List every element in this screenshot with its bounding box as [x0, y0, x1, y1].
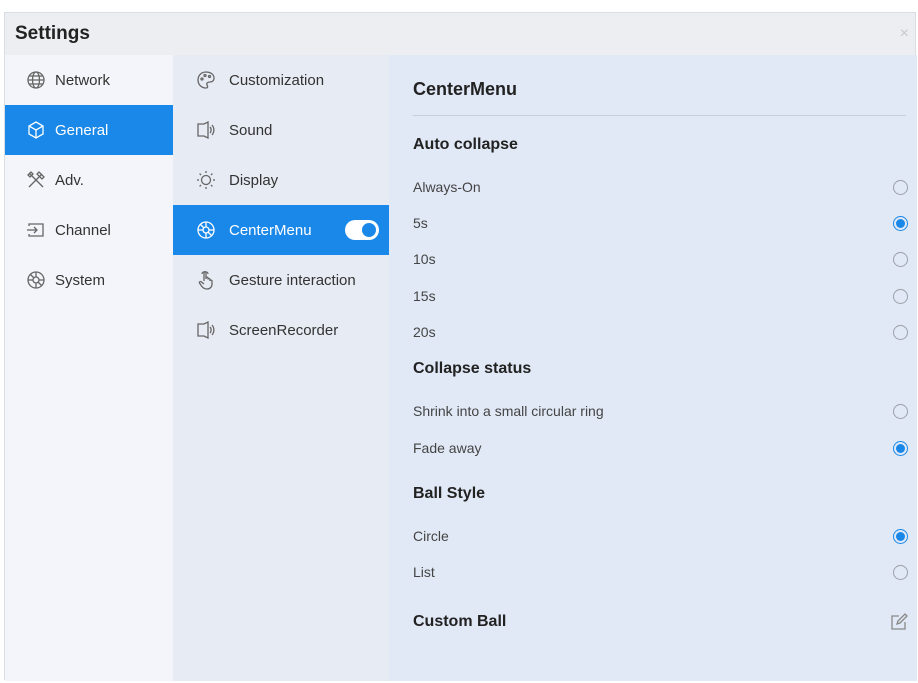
option-label: 20s: [413, 324, 436, 340]
section-ball-style: Ball Style: [413, 485, 486, 502]
radio-button[interactable]: [893, 251, 908, 267]
category-sidebar: Network General Adv. Channel System: [5, 55, 173, 681]
speaker-icon: [195, 119, 217, 141]
custom-ball-row[interactable]: Custom Ball: [413, 607, 908, 637]
submenu-item-customization[interactable]: Customization: [173, 55, 389, 105]
submenu-item-gesture[interactable]: Gesture interaction: [173, 255, 389, 305]
aperture-icon: [25, 269, 47, 291]
option-10s[interactable]: 10s: [413, 244, 908, 274]
radio-button[interactable]: [893, 288, 908, 304]
centermenu-panel: CenterMenu Auto collapse Always-On 5s 10…: [389, 55, 917, 681]
option-label: 10s: [413, 251, 436, 267]
globe-icon: [25, 69, 47, 91]
sidebar-item-label: Channel: [55, 221, 111, 239]
sidebar-item-label: Network: [55, 71, 111, 89]
section-auto-collapse: Auto collapse: [413, 136, 518, 153]
option-20s[interactable]: 20s: [413, 317, 908, 347]
title-divider: [413, 115, 906, 116]
sidebar-item-system[interactable]: System: [5, 255, 173, 305]
title-bar: Settings ×: [5, 13, 915, 55]
submenu-item-label: Display: [229, 171, 279, 189]
sidebar-item-label: General: [55, 121, 109, 139]
sidebar-item-label: System: [55, 271, 106, 289]
close-icon[interactable]: ×: [900, 25, 909, 43]
cube-icon: [25, 119, 47, 141]
input-icon: [25, 219, 47, 241]
submenu-item-sound[interactable]: Sound: [173, 105, 389, 155]
option-label: Shrink into a small circular ring: [413, 403, 604, 419]
radio-button[interactable]: [893, 215, 908, 231]
option-label: Circle: [413, 528, 449, 544]
option-label: Always-On: [413, 179, 481, 195]
tools-icon: [25, 169, 47, 191]
radio-button[interactable]: [893, 564, 908, 580]
submenu-item-label: ScreenRecorder: [229, 321, 339, 339]
sidebar-item-general[interactable]: General: [5, 105, 173, 155]
sidebar-item-network[interactable]: Network: [5, 55, 173, 105]
edit-icon[interactable]: [890, 613, 908, 631]
option-always-on[interactable]: Always-On: [413, 172, 908, 202]
option-list[interactable]: List: [413, 557, 908, 587]
radio-button[interactable]: [893, 403, 908, 419]
submenu-list: Customization Sound Display CenterMenu G…: [173, 55, 389, 681]
radio-button[interactable]: [893, 440, 908, 456]
aperture-icon: [195, 219, 217, 241]
radio-button[interactable]: [893, 324, 908, 340]
option-5s[interactable]: 5s: [413, 208, 908, 238]
option-15s[interactable]: 15s: [413, 281, 908, 311]
section-collapse-status: Collapse status: [413, 360, 532, 377]
palette-icon: [195, 69, 217, 91]
option-label: 5s: [413, 215, 428, 231]
submenu-item-label: Gesture interaction: [229, 271, 356, 289]
settings-window: Settings × Network General Adv. Channel …: [4, 12, 917, 681]
submenu-item-label: CenterMenu: [229, 221, 312, 239]
submenu-item-display[interactable]: Display: [173, 155, 389, 205]
option-label: Fade away: [413, 440, 482, 456]
window-title: Settings: [15, 23, 90, 44]
sidebar-item-adv[interactable]: Adv.: [5, 155, 173, 205]
section-custom-ball: Custom Ball: [413, 613, 507, 630]
submenu-item-label: Sound: [229, 121, 273, 139]
option-label: List: [413, 564, 435, 580]
submenu-item-centermenu[interactable]: CenterMenu: [173, 205, 389, 255]
option-label: 15s: [413, 288, 436, 304]
sidebar-item-label: Adv.: [55, 171, 84, 189]
option-circle[interactable]: Circle: [413, 521, 908, 551]
hand-icon: [195, 269, 217, 291]
option-shrink-ring[interactable]: Shrink into a small circular ring: [413, 396, 908, 426]
option-fade-away[interactable]: Fade away: [413, 433, 908, 463]
panel-title: CenterMenu: [413, 79, 518, 99]
speaker-icon: [195, 319, 217, 341]
radio-button[interactable]: [893, 179, 908, 195]
sidebar-item-channel[interactable]: Channel: [5, 205, 173, 255]
submenu-item-screenrecorder[interactable]: ScreenRecorder: [173, 305, 389, 355]
centermenu-toggle[interactable]: [345, 220, 379, 240]
radio-button[interactable]: [893, 528, 908, 544]
submenu-item-label: Customization: [229, 71, 325, 89]
sun-icon: [195, 169, 217, 191]
